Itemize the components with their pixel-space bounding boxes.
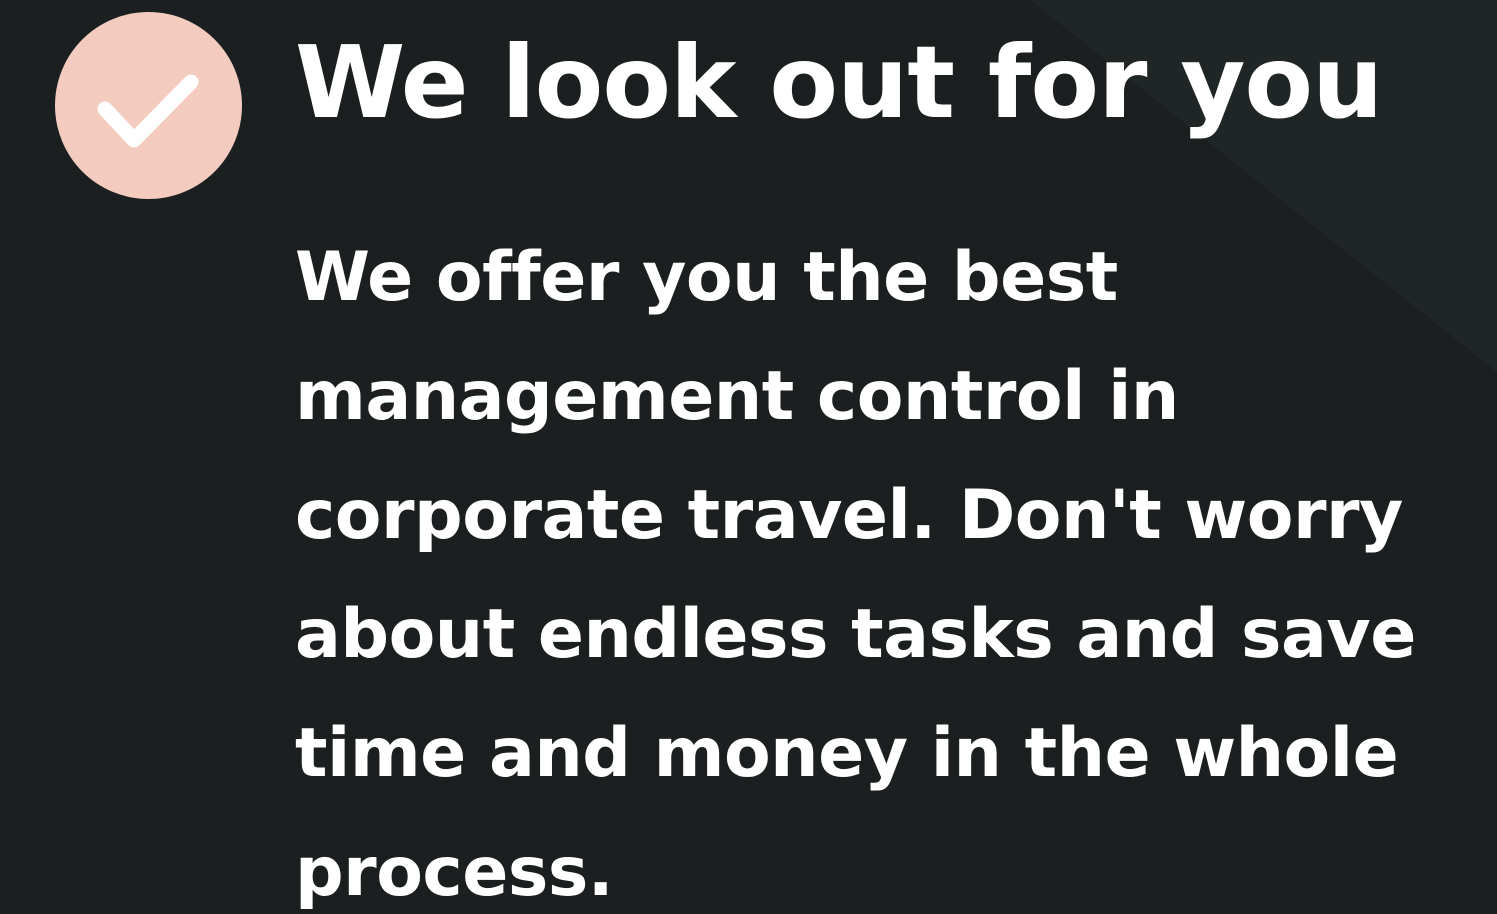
feature-title: We look out for you bbox=[295, 24, 1383, 141]
feature-description: We offer you the best management control… bbox=[295, 238, 1416, 912]
checkmark-icon bbox=[97, 74, 199, 148]
feature-section: We look out for you We offer you the bes… bbox=[0, 0, 1497, 914]
check-badge bbox=[55, 12, 242, 199]
